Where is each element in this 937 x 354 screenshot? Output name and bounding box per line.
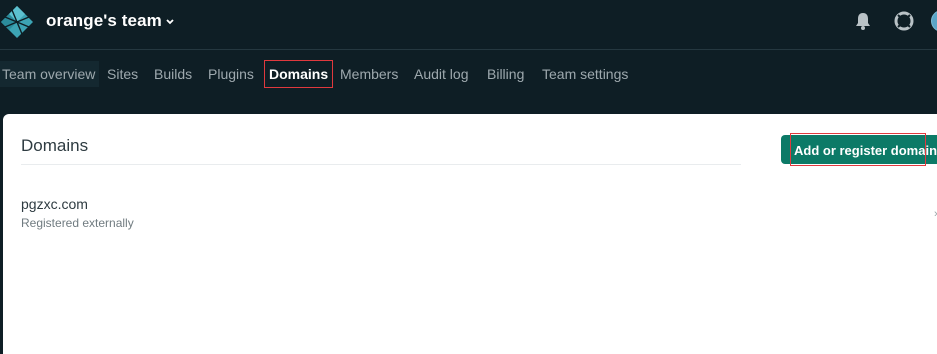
- chevron-down-icon[interactable]: [165, 18, 175, 26]
- add-domain-button[interactable]: Add or register domain: [781, 135, 937, 164]
- tab-builds[interactable]: Builds: [154, 61, 192, 87]
- domains-panel: Domains Add or register domain pgzxc.com…: [3, 114, 937, 354]
- tab-plugins[interactable]: Plugins: [208, 61, 254, 87]
- top-bar: orange's team: [0, 0, 937, 48]
- tab-audit-log[interactable]: Audit log: [414, 61, 468, 87]
- domain-status: Registered externally: [21, 216, 134, 230]
- avatar[interactable]: [931, 10, 937, 32]
- tab-team-settings[interactable]: Team settings: [542, 61, 628, 87]
- domain-name[interactable]: pgzxc.com: [21, 196, 88, 212]
- title-divider: [21, 164, 741, 165]
- help-lifebuoy-icon[interactable]: [894, 11, 914, 31]
- tab-sites[interactable]: Sites: [107, 61, 138, 87]
- page-title: Domains: [21, 136, 89, 155]
- tab-team-overview[interactable]: Team overview: [0, 61, 100, 87]
- tab-members[interactable]: Members: [340, 61, 398, 87]
- tab-domains[interactable]: Domains: [263, 60, 334, 88]
- netlify-logo-icon[interactable]: [0, 5, 34, 39]
- bell-icon[interactable]: [854, 11, 872, 31]
- header-divider: [0, 49, 937, 50]
- team-name[interactable]: orange's team: [46, 11, 162, 31]
- tab-billing[interactable]: Billing: [487, 61, 524, 87]
